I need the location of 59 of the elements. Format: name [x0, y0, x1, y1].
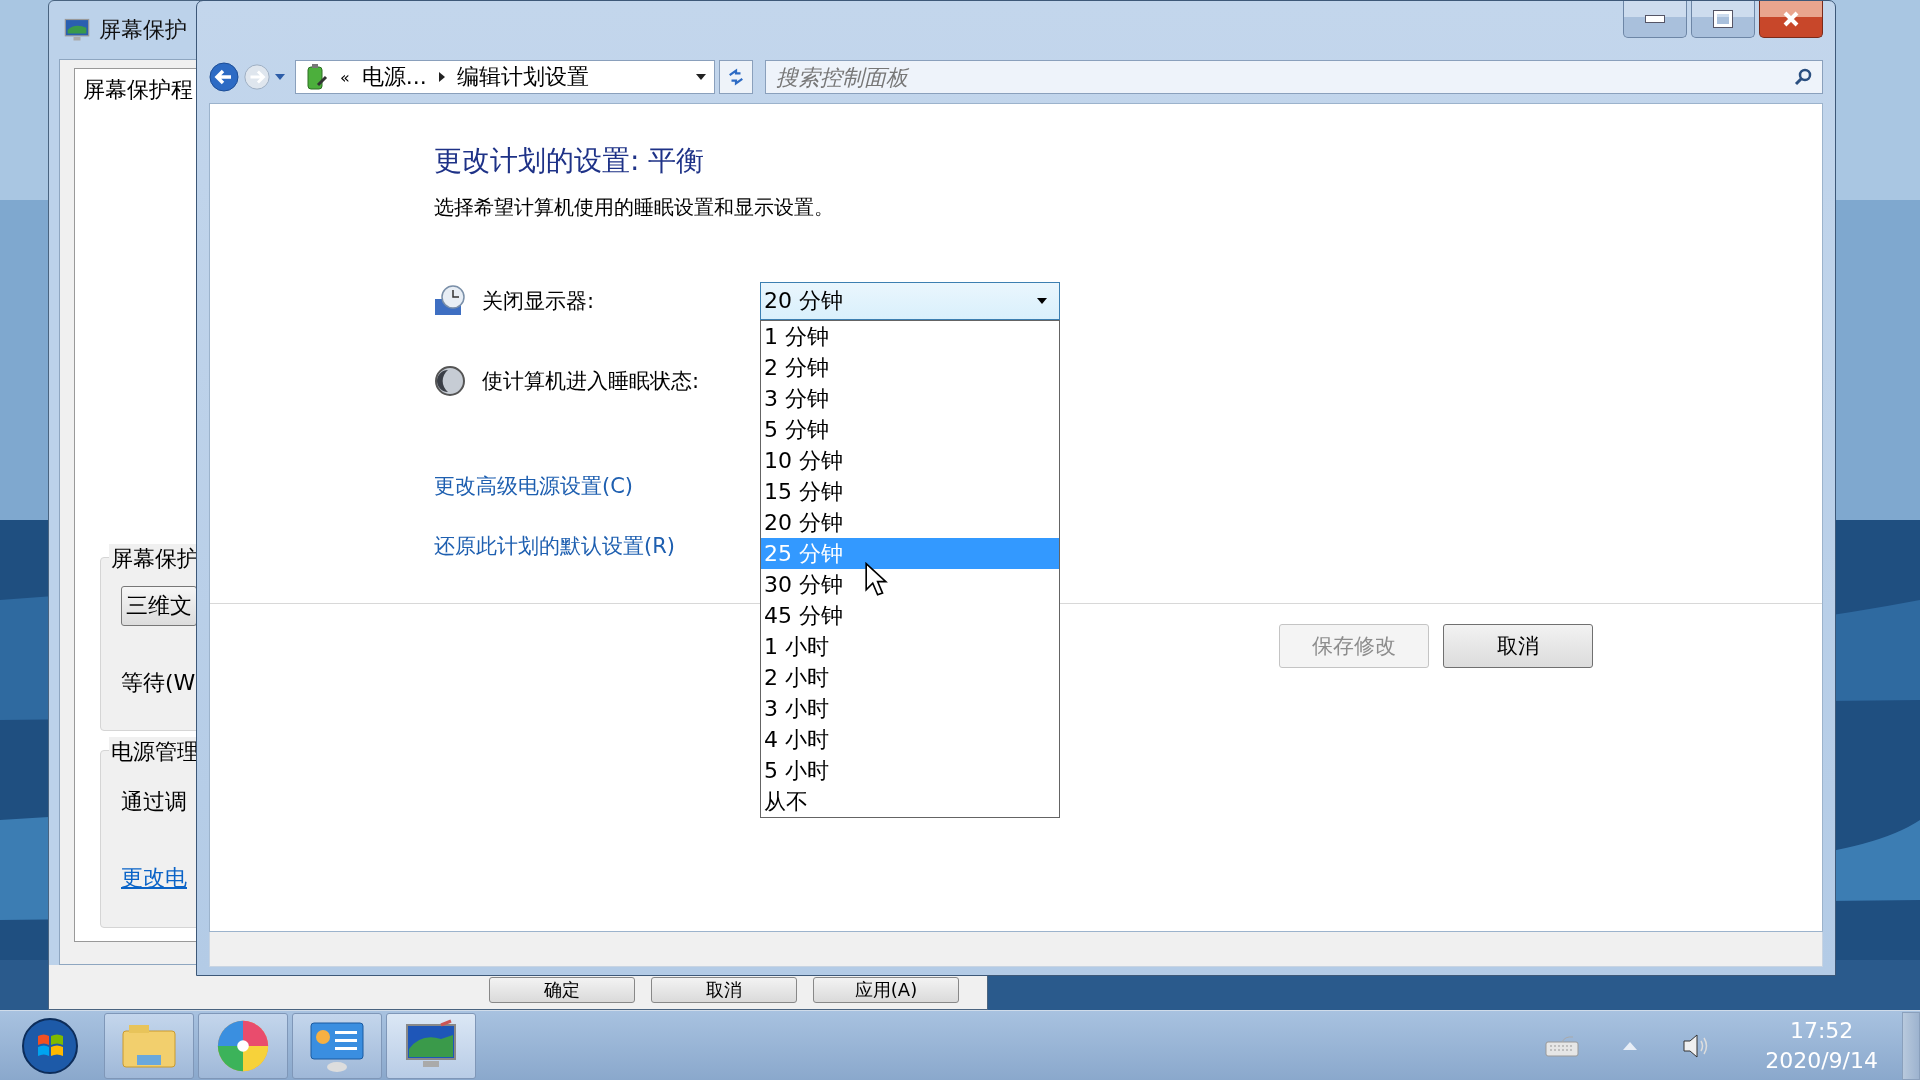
- refresh-icon: [727, 68, 745, 86]
- dropdown-option[interactable]: 15 分钟: [761, 476, 1059, 507]
- wait-label: 等待(W: [121, 669, 196, 697]
- dropdown-option[interactable]: 3 分钟: [761, 383, 1059, 414]
- setting-label: 使计算机进入睡眠状态:: [482, 368, 701, 395]
- settings-link[interactable]: 还原此计划的默认设置(R): [434, 532, 675, 560]
- dropdown-option[interactable]: 4 小时: [761, 724, 1059, 755]
- back-button[interactable]: [209, 62, 239, 92]
- setting-label: 关闭显示器:: [482, 288, 596, 315]
- time-dropdown[interactable]: 20 分钟: [760, 282, 1060, 320]
- dropdown-option[interactable]: 2 分钟: [761, 352, 1059, 383]
- breadcrumb[interactable]: 编辑计划设置: [456, 62, 589, 92]
- minimize-button[interactable]: [1623, 1, 1687, 38]
- screensaver-settings-button[interactable]: [386, 1012, 476, 1079]
- caret-icon: [1037, 298, 1047, 304]
- close-button[interactable]: [1759, 1, 1823, 38]
- dropdown-option[interactable]: 3 小时: [761, 693, 1059, 724]
- address-bar[interactable]: « 电源... 编辑计划设置: [295, 60, 715, 94]
- dropdown-option[interactable]: 20 分钟: [761, 507, 1059, 538]
- clock-time: 17:52: [1789, 1016, 1854, 1045]
- dialog-button[interactable]: 取消: [651, 977, 797, 1003]
- clock-date: 2020/9/14: [1765, 1046, 1878, 1075]
- windows-logo: [20, 1015, 80, 1076]
- dropdown-option[interactable]: 2 小时: [761, 662, 1059, 693]
- clock-monitor-icon: [434, 285, 466, 317]
- dialog-button[interactable]: 应用(A): [813, 977, 959, 1003]
- search-field[interactable]: 搜索控制面板: [765, 60, 1823, 94]
- dropdown-option[interactable]: 1 小时: [761, 631, 1059, 662]
- mouse-pointer-icon: [864, 562, 888, 598]
- monitor-icon: [63, 16, 91, 44]
- preview-text: 屏幕保护程: [83, 76, 193, 104]
- page-heading: 更改计划的设置: 平衡: [434, 143, 706, 179]
- overflow-chevron[interactable]: «: [340, 67, 350, 87]
- dropdown-option[interactable]: 45 分钟: [761, 600, 1059, 631]
- refresh-button[interactable]: [719, 60, 753, 94]
- control-panel-button[interactable]: [292, 1012, 382, 1079]
- breadcrumb[interactable]: 电源...: [361, 62, 427, 92]
- pinwheel-app-button[interactable]: [198, 1012, 288, 1079]
- dropdown-option[interactable]: 5 小时: [761, 755, 1059, 786]
- dropdown-option[interactable]: 从不: [761, 786, 1059, 817]
- description-text: 通过调: [121, 788, 187, 816]
- maximize-button[interactable]: [1691, 1, 1755, 38]
- chevron-icon[interactable]: [438, 72, 445, 82]
- caret-icon[interactable]: [696, 74, 706, 80]
- dropdown-option[interactable]: 5 分钟: [761, 414, 1059, 445]
- dropdown-option[interactable]: 10 分钟: [761, 445, 1059, 476]
- settings-link[interactable]: 更改高级电源设置(C): [434, 472, 634, 500]
- dialog-button[interactable]: 确定: [489, 977, 635, 1003]
- dropdown-option[interactable]: 1 分钟: [761, 321, 1059, 352]
- action-button[interactable]: 取消: [1443, 624, 1593, 668]
- screensaver-dropdown[interactable]: 三维文: [121, 586, 197, 626]
- dropdown-option[interactable]: 30 分钟: [761, 569, 1059, 600]
- page-subtitle: 选择希望计算机使用的睡眠设置和显示设置。: [434, 194, 835, 221]
- window-title: 屏幕保护: [99, 16, 187, 44]
- search-icon: [1793, 67, 1813, 87]
- battery-icon: [304, 63, 328, 91]
- close-icon: [1781, 9, 1801, 29]
- moon-icon: [434, 365, 466, 397]
- power-link[interactable]: 更改电: [121, 863, 187, 893]
